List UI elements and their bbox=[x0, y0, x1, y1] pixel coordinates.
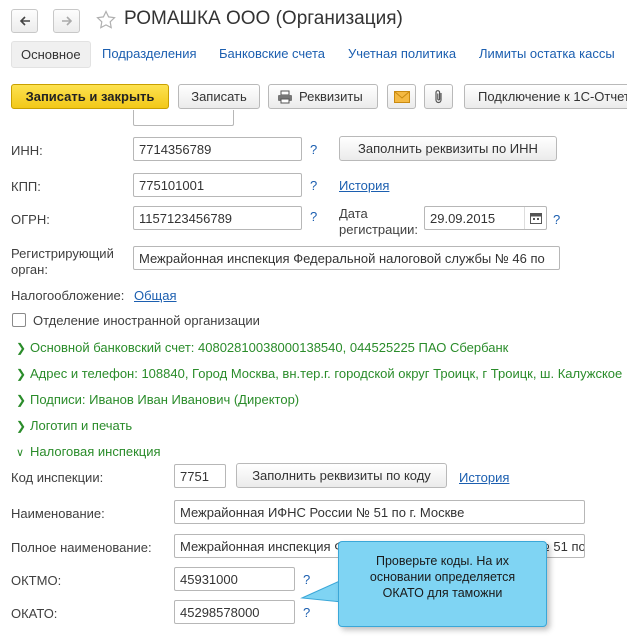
inspection-code-label: Код инспекции: bbox=[11, 470, 104, 485]
reg-org-label-line1: Регистрирующий bbox=[11, 246, 114, 261]
group-signatures[interactable]: ❯ Подписи: Иванов Иван Иванович (Директор… bbox=[16, 392, 299, 407]
attachment-button[interactable] bbox=[424, 84, 453, 109]
callout-line-2: основании определяется bbox=[369, 570, 516, 584]
group-tax-inspection-label: Налоговая инспекция bbox=[30, 444, 161, 459]
okato-label: ОКАТО: bbox=[11, 606, 58, 621]
reg-org-label-line2: орган: bbox=[11, 262, 48, 277]
tab-main[interactable]: Основное bbox=[11, 41, 91, 68]
calendar-button[interactable] bbox=[524, 207, 546, 229]
inspection-history-link[interactable]: История bbox=[459, 470, 509, 485]
fill-by-code-button[interactable]: Заполнить реквизиты по коду bbox=[236, 463, 447, 488]
tab-subdivisions[interactable]: Подразделения bbox=[102, 46, 197, 61]
oktmo-field[interactable]: 45931000 bbox=[174, 567, 295, 591]
reg-date-help-icon[interactable]: ? bbox=[553, 212, 560, 227]
save-button[interactable]: Записать bbox=[178, 84, 260, 109]
ogrn-label: ОГРН: bbox=[11, 212, 50, 227]
forward-button[interactable] bbox=[53, 9, 80, 33]
inn-field[interactable]: 7714356789 bbox=[133, 137, 302, 161]
group-logo-stamp-label: Логотип и печать bbox=[30, 418, 133, 433]
printer-icon bbox=[278, 90, 292, 103]
chevron-right-icon: ❯ bbox=[16, 367, 27, 381]
page-title: РОМАШКА ООО (Организация) bbox=[124, 8, 403, 29]
inspection-full-name-label: Полное наименование: bbox=[11, 540, 152, 555]
arrow-right-icon bbox=[61, 16, 72, 26]
chevron-right-icon: ❯ bbox=[16, 341, 27, 355]
envelope-icon bbox=[393, 90, 410, 103]
group-signatures-label: Подписи: Иванов Иван Иванович (Директор) bbox=[30, 392, 300, 407]
requisites-label: Реквизиты bbox=[299, 89, 363, 104]
oktmo-label: ОКТМО: bbox=[11, 573, 62, 588]
inspection-name-label: Наименование: bbox=[11, 506, 105, 521]
partial-field[interactable] bbox=[133, 110, 234, 126]
tab-accounting-policy[interactable]: Учетная политика bbox=[348, 46, 456, 61]
okato-field[interactable]: 45298578000 bbox=[174, 600, 295, 624]
calendar-icon bbox=[529, 213, 542, 224]
chevron-down-icon: ∨ bbox=[16, 447, 25, 459]
save-and-close-button[interactable]: Записать и закрыть bbox=[11, 84, 169, 109]
back-button[interactable] bbox=[11, 9, 38, 33]
reg-date-label-line2: регистрации: bbox=[339, 222, 418, 237]
inn-help-icon[interactable]: ? bbox=[310, 142, 317, 157]
reg-date-value: 29.09.2015 bbox=[430, 211, 496, 226]
inspection-code-field[interactable]: 7751 bbox=[174, 464, 226, 488]
fill-by-inn-button[interactable]: Заполнить реквизиты по ИНН bbox=[339, 136, 557, 161]
kpp-label: КПП: bbox=[11, 179, 41, 194]
ogrn-field[interactable]: 1157123456789 bbox=[133, 206, 302, 230]
kpp-field[interactable]: 775101001 bbox=[133, 173, 302, 197]
chevron-right-icon: ❯ bbox=[16, 393, 27, 407]
inn-label: ИНН: bbox=[11, 143, 43, 158]
callout-line-3: ОКАТО для таможни bbox=[382, 586, 503, 600]
requisites-button[interactable]: Реквизиты bbox=[268, 84, 378, 109]
reg-date-label-line1: Дата bbox=[339, 206, 368, 221]
group-bank-account-label: Основной банковский счет: 40802810038000… bbox=[30, 340, 509, 355]
reg-org-field[interactable]: Межрайонная инспекция Федеральной налого… bbox=[133, 246, 560, 270]
star-icon[interactable] bbox=[96, 10, 116, 30]
group-logo-stamp[interactable]: ❯ Логотип и печать bbox=[16, 418, 132, 433]
ogrn-help-icon[interactable]: ? bbox=[310, 209, 317, 224]
arrow-left-icon bbox=[19, 16, 30, 26]
hint-callout: Проверьте коды. На их основании определя… bbox=[338, 541, 547, 627]
foreign-org-checkbox[interactable] bbox=[12, 313, 26, 327]
paperclip-icon bbox=[434, 89, 442, 103]
group-address-phone[interactable]: ❯ Адрес и телефон: 108840, Город Москва, … bbox=[16, 366, 622, 381]
foreign-org-label: Отделение иностранной организации bbox=[33, 313, 260, 328]
connect-1c-report-button[interactable]: Подключение к 1С-Отчет bbox=[464, 84, 627, 109]
tab-cash-limits[interactable]: Лимиты остатка кассы bbox=[479, 46, 615, 61]
group-tax-inspection[interactable]: ∨ Налоговая инспекция bbox=[16, 444, 161, 459]
callout-pointer bbox=[300, 579, 342, 603]
taxation-link[interactable]: Общая bbox=[134, 288, 177, 303]
group-address-phone-label: Адрес и телефон: 108840, Город Москва, в… bbox=[30, 366, 623, 381]
taxation-label: Налогообложение: bbox=[11, 288, 125, 303]
tab-bank-accounts[interactable]: Банковские счета bbox=[219, 46, 325, 61]
chevron-right-icon: ❯ bbox=[16, 419, 27, 433]
group-bank-account[interactable]: ❯ Основной банковский счет: 4080281003800… bbox=[16, 340, 508, 355]
callout-line-1: Проверьте коды. На их bbox=[375, 554, 510, 568]
inspection-name-field[interactable]: Межрайонная ИФНС России № 51 по г. Москв… bbox=[174, 500, 585, 524]
email-button[interactable] bbox=[387, 84, 416, 109]
kpp-history-link[interactable]: История bbox=[339, 178, 389, 193]
kpp-help-icon[interactable]: ? bbox=[310, 178, 317, 193]
